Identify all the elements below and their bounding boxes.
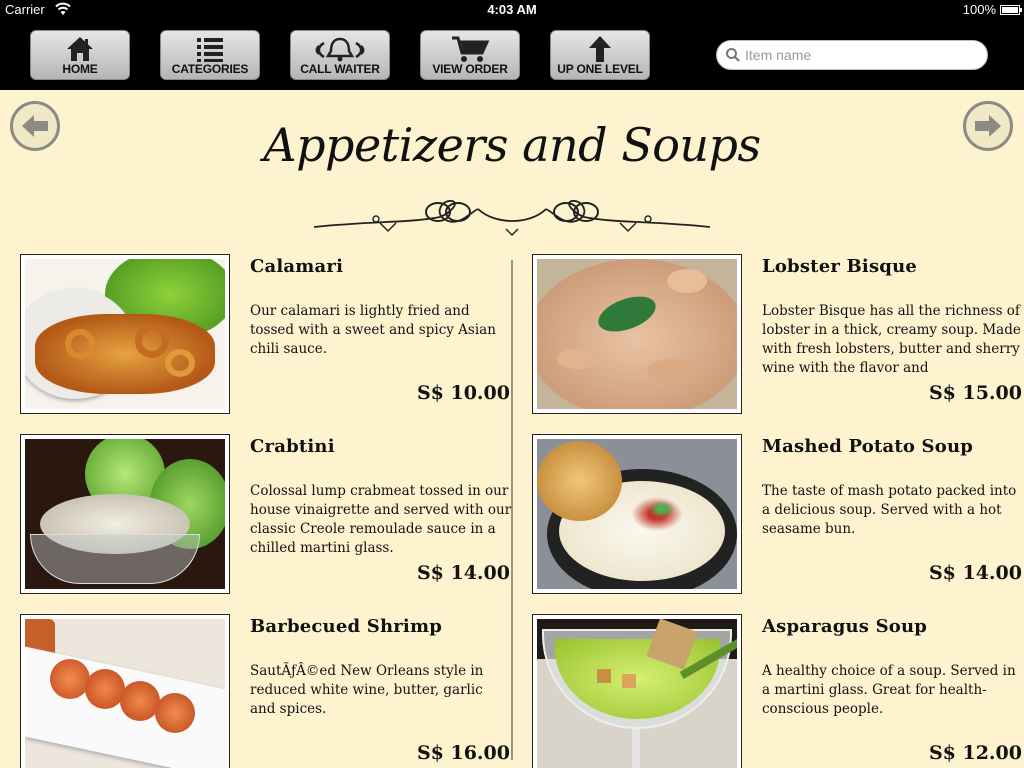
home-button[interactable]: HOME xyxy=(30,30,130,80)
item-name: Calamari xyxy=(250,256,344,277)
search-input[interactable] xyxy=(745,45,975,65)
item-photo[interactable] xyxy=(20,434,230,594)
up-one-level-button-label: UP ONE LEVEL xyxy=(557,62,643,76)
call-waiter-button-label: CALL WAITER xyxy=(300,62,380,76)
item-name: Lobster Bisque xyxy=(762,256,918,277)
page-title: Appetizers and Soups xyxy=(263,118,761,172)
battery-icon xyxy=(1000,5,1022,15)
menu-item[interactable]: Crabtini Colossal lump crabmeat tossed i… xyxy=(20,434,512,614)
item-description: Lobster Bisque has all the richness of l… xyxy=(762,303,1021,376)
clock: 4:03 AM xyxy=(487,2,537,17)
item-price: S$ 10.00 xyxy=(416,382,510,404)
menu-item[interactable]: Asparagus Soup A healthy choice of a sou… xyxy=(532,614,1022,768)
up-arrow-icon xyxy=(551,34,649,64)
item-name: Crabtini xyxy=(250,436,335,457)
menu-item[interactable]: Mashed Potato Soup The taste of mash pot… xyxy=(532,434,1022,614)
menu-item[interactable]: Lobster Bisque Lobster Bisque has all th… xyxy=(532,254,1022,434)
bell-icon xyxy=(291,34,389,64)
previous-page-button[interactable] xyxy=(10,101,60,151)
categories-button[interactable]: CATEGORIES xyxy=(160,30,260,80)
view-order-button-label: VIEW ORDER xyxy=(432,62,508,76)
menu-item[interactable]: Calamari Our calamari is lightly fried a… xyxy=(20,254,510,434)
item-name: Asparagus Soup xyxy=(762,616,928,637)
cart-icon xyxy=(421,34,519,64)
house-icon xyxy=(31,34,129,64)
battery-percent: 100% xyxy=(962,2,996,17)
item-description: SautÃƒÂ©ed New Orleans style in reduced … xyxy=(250,663,484,717)
home-button-label: HOME xyxy=(62,62,98,76)
item-photo[interactable] xyxy=(20,254,230,414)
item-price: S$ 16.00 xyxy=(416,742,510,764)
item-price: S$ 15.00 xyxy=(928,382,1022,404)
list-icon xyxy=(161,34,259,64)
arrow-right-icon xyxy=(975,115,1001,137)
item-price: S$ 14.00 xyxy=(928,562,1022,584)
item-name: Barbecued Shrimp xyxy=(250,616,442,637)
title-flourish xyxy=(313,200,711,237)
item-description: Colossal lump crabmeat tossed in our hou… xyxy=(250,483,512,556)
next-page-button[interactable] xyxy=(963,101,1013,151)
item-description: A healthy choice of a soup. Served in a … xyxy=(762,663,1016,717)
menu-item[interactable]: Barbecued Shrimp SautÃƒÂ©ed New Orleans … xyxy=(20,614,510,768)
call-waiter-button[interactable]: CALL WAITER xyxy=(290,30,390,80)
toolbar: HOME CATEGORIES CALL WAITER VIEW ORDER U… xyxy=(0,20,1024,90)
item-photo[interactable] xyxy=(532,614,742,768)
item-price: S$ 14.00 xyxy=(416,562,510,584)
item-photo[interactable] xyxy=(532,254,742,414)
categories-button-label: CATEGORIES xyxy=(171,62,249,76)
search-icon xyxy=(726,48,740,62)
item-photo[interactable] xyxy=(20,614,230,768)
status-bar: Carrier 4:03 AM 100% xyxy=(0,0,1024,20)
item-description: Our calamari is lightly fried and tossed… xyxy=(250,303,496,357)
up-one-level-button[interactable]: UP ONE LEVEL xyxy=(550,30,650,80)
arrow-left-icon xyxy=(22,115,48,137)
item-photo[interactable] xyxy=(532,434,742,594)
view-order-button[interactable]: VIEW ORDER xyxy=(420,30,520,80)
search-box[interactable] xyxy=(716,40,988,70)
item-name: Mashed Potato Soup xyxy=(762,436,974,457)
item-description: The taste of mash potato packed into a d… xyxy=(762,483,1017,537)
item-price: S$ 12.00 xyxy=(928,742,1022,764)
